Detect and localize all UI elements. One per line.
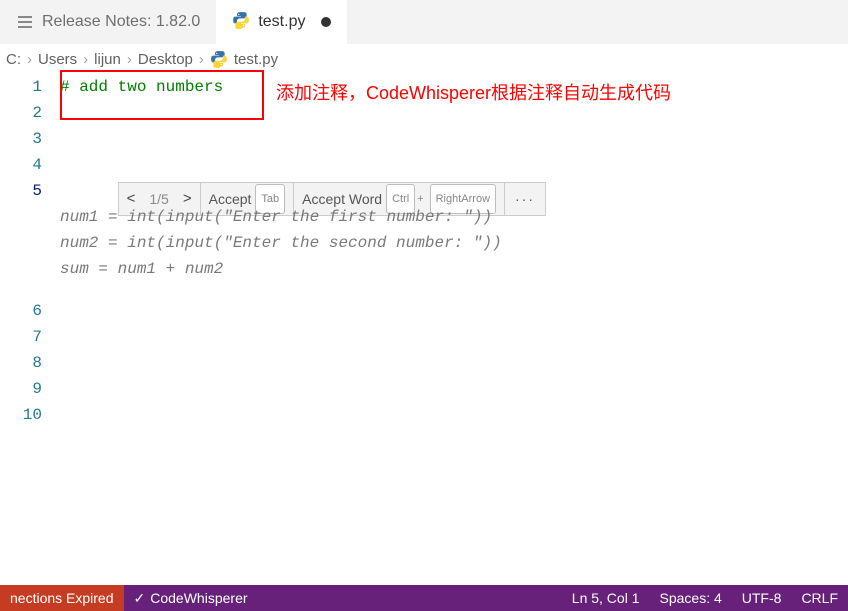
code-line [60,386,848,412]
status-connections[interactable]: nections Expired [0,585,124,611]
python-file-icon [210,50,228,68]
code-line: < 1/5 > Accept Tab Accept Word Ctrl + Ri… [60,152,848,178]
more-button[interactable]: ··· [505,183,545,215]
code-line [60,308,848,334]
tab-label: test.py [258,13,305,31]
breadcrumb-segment[interactable]: Desktop [138,51,193,68]
editor[interactable]: 1 2 3 4 5 6 7 8 9 10 添加注释，CodeWhisperer根… [0,74,848,428]
chevron-right-icon: › [83,51,88,68]
line-number: 9 [0,376,42,402]
ghost-text: num1 = int(input("Enter the first number… [60,204,848,230]
code-line [60,126,848,152]
tab-test-py[interactable]: test.py [216,0,347,44]
line-number: 2 [0,100,42,126]
status-ln-col[interactable]: Ln 5, Col 1 [562,585,650,611]
code-line [60,360,848,386]
code-area[interactable]: 添加注释，CodeWhisperer根据注释自动生成代码 # add two n… [60,74,848,428]
line-number: 1 [0,74,42,100]
status-eol[interactable]: CRLF [791,585,848,611]
line-number-gutter: 1 2 3 4 5 6 7 8 9 10 [0,74,60,428]
status-bar: nections Expired CodeWhisperer Ln 5, Col… [0,585,848,611]
line-number: 10 [0,402,42,428]
dirty-indicator-icon [321,17,331,27]
line-number: 3 [0,126,42,152]
code-comment: # add two numbers [60,78,223,96]
ghost-text: sum = num1 + num2 [60,256,848,282]
tab-label: Release Notes: 1.82.0 [42,13,200,31]
line-number: 5 [0,178,42,204]
code-line [60,334,848,360]
tab-bar: Release Notes: 1.82.0 test.py [0,0,848,44]
status-spaces[interactable]: Spaces: 4 [650,585,732,611]
tab-release-notes[interactable]: Release Notes: 1.82.0 [0,0,216,44]
breadcrumb-segment[interactable]: lijun [94,51,121,68]
line-number: 4 [0,152,42,178]
annotation-text: 添加注释，CodeWhisperer根据注释自动生成代码 [276,80,671,106]
chevron-right-icon: › [127,51,132,68]
breadcrumb-segment[interactable]: C: [6,51,21,68]
ghost-text: num2 = int(input("Enter the second numbe… [60,230,848,256]
status-codewhisperer[interactable]: CodeWhisperer [124,585,258,611]
breadcrumb-segment[interactable]: test.py [234,51,278,68]
chevron-right-icon: › [27,51,32,68]
breadcrumb[interactable]: C: › Users › lijun › Desktop › test.py [0,44,848,74]
line-number: 7 [0,324,42,350]
release-notes-icon [16,21,34,23]
line-number: 6 [0,298,42,324]
code-line [60,282,848,308]
line-number: 8 [0,350,42,376]
python-file-icon [232,11,250,34]
chevron-right-icon: › [199,51,204,68]
breadcrumb-segment[interactable]: Users [38,51,77,68]
status-encoding[interactable]: UTF-8 [732,585,792,611]
